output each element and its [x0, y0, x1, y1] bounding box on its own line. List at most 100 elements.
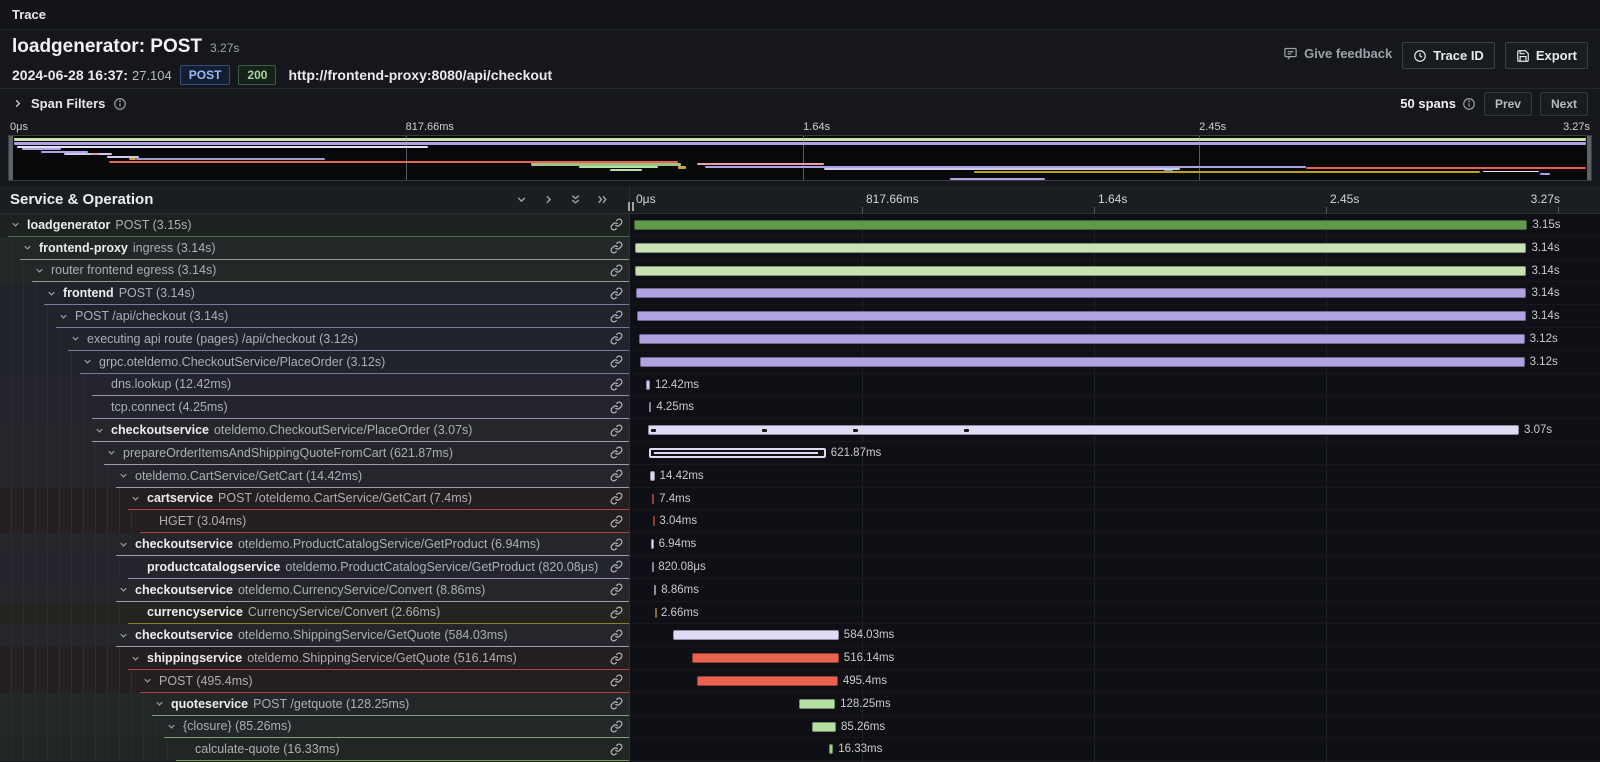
- span-row[interactable]: frontend-proxyingress (3.14s): [0, 237, 629, 260]
- span-timeline-row[interactable]: 3.15s: [630, 214, 1600, 237]
- span-link-icon[interactable]: [603, 533, 629, 556]
- span-timeline-row[interactable]: 12.42ms: [630, 374, 1600, 397]
- span-bar[interactable]: [640, 357, 1525, 367]
- span-link-icon[interactable]: [603, 419, 629, 442]
- span-bar[interactable]: [635, 243, 1527, 253]
- span-bar[interactable]: [692, 653, 839, 663]
- trace-id-button[interactable]: Trace ID: [1402, 42, 1495, 69]
- span-link-icon[interactable]: [603, 305, 629, 328]
- span-link-icon[interactable]: [603, 510, 629, 533]
- prev-span-button[interactable]: Prev: [1484, 92, 1532, 116]
- span-bar[interactable]: [673, 630, 839, 640]
- span-bar[interactable]: [648, 425, 1519, 435]
- span-row[interactable]: shippingserviceoteldemo.ShippingService/…: [0, 647, 629, 670]
- minimap-left-handle[interactable]: [9, 136, 13, 180]
- span-timeline-row[interactable]: 584.03ms: [630, 624, 1600, 647]
- chevron-down-icon[interactable]: [32, 265, 46, 276]
- chevron-down-icon[interactable]: [68, 333, 82, 344]
- span-timeline-row[interactable]: 3.14s: [630, 237, 1600, 260]
- chevron-down-icon[interactable]: [152, 698, 166, 709]
- chevron-down-icon[interactable]: [116, 630, 130, 641]
- chevron-down-icon[interactable]: [116, 584, 130, 595]
- span-row[interactable]: checkoutserviceoteldemo.ProductCatalogSe…: [0, 533, 629, 556]
- span-timeline-row[interactable]: 6.94ms: [630, 533, 1600, 556]
- span-row[interactable]: POST /api/checkout (3.14s): [0, 305, 629, 328]
- span-link-icon[interactable]: [603, 556, 629, 579]
- expand-one-icon[interactable]: [542, 193, 555, 206]
- span-timeline-row[interactable]: 3.14s: [630, 282, 1600, 305]
- chevron-down-icon[interactable]: [92, 425, 106, 436]
- span-timeline-row[interactable]: 128.25ms: [630, 693, 1600, 716]
- chevron-down-icon[interactable]: [116, 539, 130, 550]
- chevron-down-icon[interactable]: [128, 653, 142, 664]
- chevron-down-icon[interactable]: [164, 721, 178, 732]
- span-timeline-row[interactable]: 495.4ms: [630, 670, 1600, 693]
- span-row[interactable]: frontendPOST (3.14s): [0, 282, 629, 305]
- span-link-icon[interactable]: [603, 260, 629, 283]
- span-row[interactable]: oteldemo.CartService/GetCart (14.42ms): [0, 465, 629, 488]
- span-timeline-row[interactable]: 14.42ms: [630, 465, 1600, 488]
- span-bar[interactable]: [812, 722, 836, 732]
- span-timeline-row[interactable]: 4.25ms: [630, 396, 1600, 419]
- span-link-icon[interactable]: [603, 442, 629, 465]
- span-filters-toggle[interactable]: Span Filters: [12, 96, 127, 111]
- minimap-right-handle[interactable]: [1587, 136, 1591, 180]
- span-link-icon[interactable]: [603, 396, 629, 419]
- expand-all-icon[interactable]: [596, 193, 609, 206]
- chevron-down-icon[interactable]: [44, 288, 58, 299]
- span-link-icon[interactable]: [603, 693, 629, 716]
- span-row[interactable]: POST (495.4ms): [0, 670, 629, 693]
- span-row[interactable]: calculate-quote (16.33ms): [0, 738, 629, 761]
- export-button[interactable]: Export: [1505, 42, 1588, 69]
- span-link-icon[interactable]: [603, 488, 629, 511]
- give-feedback-link[interactable]: Give feedback: [1283, 42, 1392, 61]
- span-link-icon[interactable]: [603, 328, 629, 351]
- span-timeline-row[interactable]: 3.14s: [630, 260, 1600, 283]
- span-timeline-row[interactable]: 3.14s: [630, 305, 1600, 328]
- span-timeline-row[interactable]: 621.87ms: [630, 442, 1600, 465]
- span-row[interactable]: tcp.connect (4.25ms): [0, 396, 629, 419]
- span-timeline-row[interactable]: 3.07s: [630, 419, 1600, 442]
- span-link-icon[interactable]: [603, 351, 629, 374]
- span-row[interactable]: quoteservicePOST /getquote (128.25ms): [0, 693, 629, 716]
- span-link-icon[interactable]: [603, 738, 629, 761]
- span-timeline-row[interactable]: 3.04ms: [630, 510, 1600, 533]
- span-bar[interactable]: [634, 220, 1528, 230]
- chevron-down-icon[interactable]: [56, 311, 70, 322]
- span-row[interactable]: loadgeneratorPOST (3.15s): [0, 214, 629, 237]
- span-timeline-row[interactable]: 516.14ms: [630, 647, 1600, 670]
- span-timeline-row[interactable]: 7.4ms: [630, 488, 1600, 511]
- span-row[interactable]: cartservicePOST /oteldemo.CartService/Ge…: [0, 488, 629, 511]
- next-span-button[interactable]: Next: [1540, 92, 1588, 116]
- chevron-down-icon[interactable]: [104, 447, 118, 458]
- info-icon[interactable]: [113, 97, 127, 111]
- span-link-icon[interactable]: [603, 602, 629, 625]
- chevron-down-icon[interactable]: [140, 675, 154, 686]
- minimap-canvas[interactable]: [8, 135, 1592, 181]
- span-row[interactable]: HGET (3.04ms): [0, 510, 629, 533]
- span-bar[interactable]: [636, 288, 1526, 298]
- chevron-down-icon[interactable]: [116, 470, 130, 481]
- span-row[interactable]: productcatalogserviceoteldemo.ProductCat…: [0, 556, 629, 579]
- span-link-icon[interactable]: [603, 282, 629, 305]
- span-row[interactable]: checkoutserviceoteldemo.CheckoutService/…: [0, 419, 629, 442]
- span-timeline-row[interactable]: 8.86ms: [630, 579, 1600, 602]
- chevron-down-icon[interactable]: [128, 493, 142, 504]
- span-row[interactable]: executing api route (pages) /api/checkou…: [0, 328, 629, 351]
- span-link-icon[interactable]: [603, 465, 629, 488]
- span-link-icon[interactable]: [603, 647, 629, 670]
- span-link-icon[interactable]: [603, 214, 629, 237]
- span-row[interactable]: checkoutserviceoteldemo.ShippingService/…: [0, 624, 629, 647]
- span-link-icon[interactable]: [603, 579, 629, 602]
- span-timeline-row[interactable]: 85.26ms: [630, 716, 1600, 739]
- span-timeline-row[interactable]: 2.66ms: [630, 602, 1600, 625]
- span-row[interactable]: prepareOrderItemsAndShippingQuoteFromCar…: [0, 442, 629, 465]
- span-timeline-row[interactable]: 3.12s: [630, 351, 1600, 374]
- span-row[interactable]: grpc.oteldemo.CheckoutService/PlaceOrder…: [0, 351, 629, 374]
- span-timeline-row[interactable]: 3.12s: [630, 328, 1600, 351]
- span-bar[interactable]: [637, 311, 1526, 321]
- span-timeline-row[interactable]: 820.08μs: [630, 556, 1600, 579]
- span-link-icon[interactable]: [603, 624, 629, 647]
- info-icon[interactable]: [1462, 97, 1476, 111]
- collapse-one-icon[interactable]: [515, 193, 528, 206]
